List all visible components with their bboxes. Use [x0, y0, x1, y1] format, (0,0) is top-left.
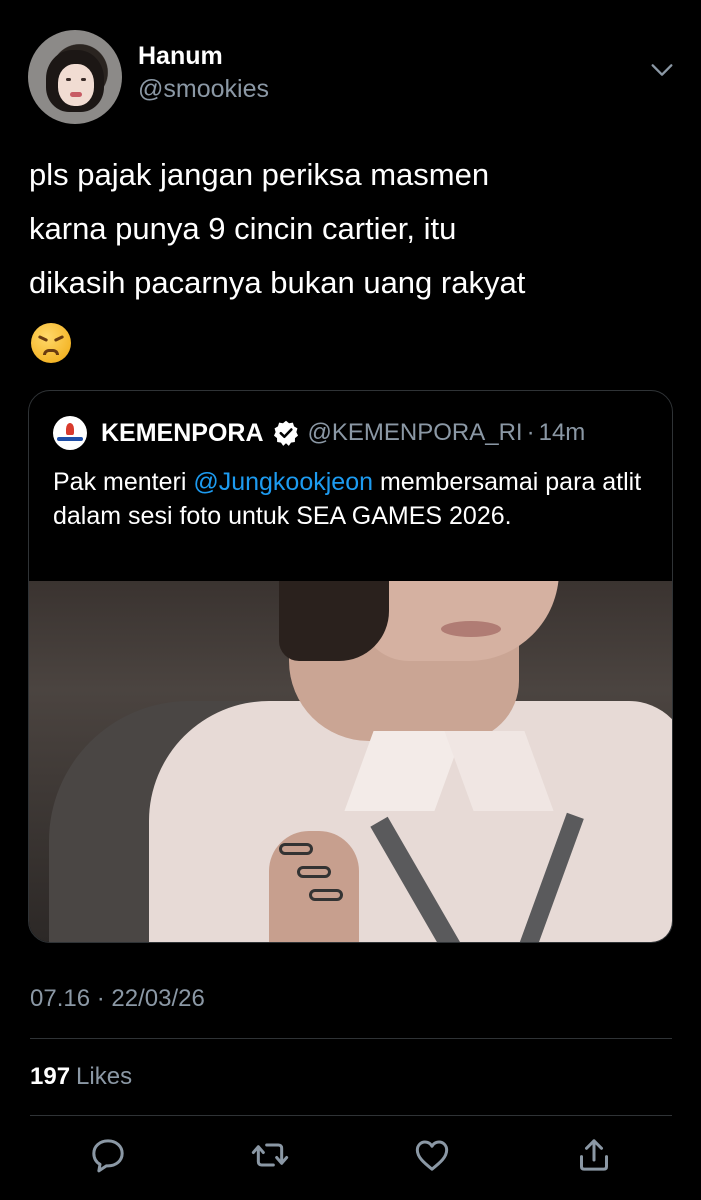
mention-link[interactable]: @Jungkookjeon [193, 468, 373, 496]
kemenpora-logo-icon [53, 416, 87, 450]
quoted-tweet-header: KEMENPORA @KEMENPORA_RI · 14m [53, 415, 585, 451]
action-bar [0, 1135, 701, 1183]
tweet-text-line: pls pajak jangan periksa masmen [29, 157, 490, 192]
tweet-text: pls pajak jangan periksa masmen karna pu… [29, 148, 669, 310]
tweet-text-line: karna punya 9 cincin cartier, itu [29, 211, 457, 246]
tweet-header: Hanum @smookies [28, 26, 678, 124]
retweet-button[interactable] [250, 1135, 290, 1175]
author-handle[interactable]: @smookies [138, 75, 269, 104]
share-button[interactable] [574, 1135, 614, 1175]
likes-label: Likes [76, 1063, 133, 1090]
quoted-tweet-photo[interactable] [29, 581, 672, 942]
quoted-text-before: Pak menteri [53, 468, 194, 496]
persevering-face-emoji-icon [31, 323, 71, 363]
tweet-time: 07.16 [30, 985, 91, 1012]
quoted-tweet[interactable]: KEMENPORA @KEMENPORA_RI · 14m Pak menter… [28, 390, 673, 943]
quoted-author-handle[interactable]: @KEMENPORA_RI [308, 419, 523, 447]
divider [30, 1038, 672, 1039]
author-name[interactable]: Hanum [138, 42, 223, 71]
retweet-icon [251, 1143, 289, 1167]
tweet-date: 22/03/26 [111, 985, 205, 1012]
chevron-down-icon[interactable] [648, 56, 676, 84]
reply-icon [92, 1139, 124, 1173]
quoted-tweet-time[interactable]: 14m [539, 419, 586, 447]
likes-stat[interactable]: 197 Likes [30, 1063, 132, 1091]
avatar[interactable] [28, 30, 122, 124]
reply-button[interactable] [88, 1135, 128, 1175]
divider [30, 1115, 672, 1116]
like-button[interactable] [412, 1135, 452, 1175]
verified-badge-icon [273, 420, 298, 446]
quoted-author-name[interactable]: KEMENPORA [101, 419, 264, 448]
separator-dot: · [96, 985, 105, 1012]
likes-count: 197 [30, 1063, 71, 1090]
quoted-tweet-text: Pak menteri @Jungkookjeon membersamai pa… [53, 465, 653, 533]
heart-icon [415, 1140, 449, 1171]
separator-dot: · [526, 419, 535, 446]
tweet-text-line: dikasih pacarnya bukan uang rakyat [29, 265, 526, 300]
tweet-timestamp: 07.16 · 22/03/26 [30, 985, 205, 1013]
share-icon [580, 1139, 608, 1171]
